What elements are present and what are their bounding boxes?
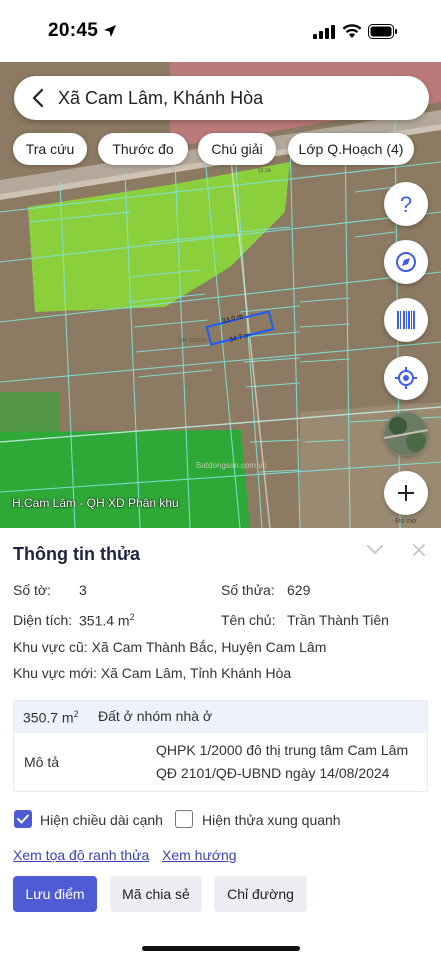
status-time: 20:45 [48, 20, 99, 41]
locate-icon [395, 367, 417, 389]
sheet-number-value: 3 [79, 582, 87, 598]
zoom-in-button[interactable] [384, 471, 428, 515]
directions-button[interactable]: Chỉ đường [214, 876, 307, 912]
checkmark-icon [17, 814, 29, 824]
satellite-thumbnail [384, 412, 428, 456]
description-line-1: QHPK 1/2000 đô thị trung tâm Cam Lâm [156, 742, 409, 758]
planning-info-box: 350.7 m2 Đất ở nhóm nhà ở Mô tả QHPK 1/2… [13, 700, 428, 792]
compass-icon [396, 252, 416, 272]
show-neighbors-checkbox[interactable] [175, 810, 193, 828]
map-view[interactable]: 33.0 m 34.7 m QH 1/2000 QL1A Batdongsan.… [0, 62, 441, 528]
chip-legend[interactable]: Chú giải [198, 133, 276, 165]
map-attribution: H.Cam Lâm - QH XD Phân khu [12, 496, 179, 510]
map-watermark: Batdongsan.com.vn [196, 461, 267, 470]
planning-area-value: 350.7 m2 [23, 709, 79, 726]
chip-planning-layers[interactable]: Lớp Q.Hoạch (4) [288, 133, 414, 165]
close-icon[interactable] [411, 542, 427, 558]
description-line-2: QĐ 2101/QĐ-UBND ngày 14/08/2024 [156, 765, 390, 781]
view-direction-link[interactable]: Xem hướng [162, 847, 237, 863]
help-button[interactable]: ? [384, 182, 428, 226]
barcode-icon [397, 311, 415, 329]
barcode-button[interactable] [384, 298, 428, 342]
chip-ruler[interactable]: Thước đo [98, 133, 188, 165]
land-use-type: Đất ở nhóm nhà ở [98, 708, 213, 724]
share-code-button[interactable]: Mã chia sẻ [110, 876, 202, 912]
parcel-overlay-label: QH 1/2000 [178, 338, 208, 344]
save-point-button[interactable]: Lưu điểm [13, 876, 97, 912]
battery-icon [368, 24, 397, 39]
home-indicator[interactable] [142, 946, 300, 951]
map-canvas[interactable]: 33.0 m 34.7 m QH 1/2000 QL1A [0, 62, 441, 528]
sheet-number-label: Số tờ: [13, 582, 51, 598]
owner-label: Tên chủ: [221, 612, 276, 628]
svg-text:?: ? [400, 192, 412, 217]
area-value: 351.4 m2 [79, 612, 135, 629]
new-region-text: Khu vực mới: Xã Cam Lâm, Tỉnh Khánh Hòa [13, 665, 292, 681]
planning-info-header: 350.7 m2 Đất ở nhóm nhà ở [14, 701, 427, 733]
description-label: Mô tả [24, 754, 60, 770]
location-arrow-icon [104, 25, 116, 37]
locate-me-button[interactable] [384, 356, 428, 400]
back-chevron-icon[interactable] [28, 87, 50, 109]
show-edge-length-label[interactable]: Hiện chiều dài cạnh [40, 812, 163, 828]
compass-button[interactable] [384, 240, 428, 284]
show-edge-length-checkbox[interactable] [14, 810, 32, 828]
show-neighbors-label[interactable]: Hiện thửa xung quanh [202, 812, 341, 828]
search-bar[interactable]: Xã Cam Lâm, Khánh Hòa [14, 76, 429, 120]
parcel-number-value: 629 [287, 582, 311, 598]
cellular-signal-icon [313, 25, 335, 39]
help-icon: ? [400, 192, 412, 217]
search-location-text[interactable]: Xã Cam Lâm, Khánh Hòa [58, 88, 263, 109]
parcel-number-label: Số thửa: [221, 582, 275, 598]
plus-icon [398, 485, 414, 501]
parcel-info-sheet: Thông tin thửa Số tờ: 3 Số thửa: 629 Diệ… [0, 528, 441, 960]
collapse-chevron-icon[interactable] [366, 543, 384, 557]
satellite-layer-button[interactable] [384, 412, 428, 456]
road-label: QL1A [258, 168, 271, 174]
view-boundary-coords-link[interactable]: Xem tọa độ ranh thửa [13, 847, 149, 863]
status-bar: 20:45 [0, 0, 441, 62]
wifi-icon [342, 24, 362, 38]
old-region-text: Khu vực cũ: Xã Cam Thành Bắc, Huyện Cam … [13, 639, 327, 655]
chip-lookup[interactable]: Tra cứu [13, 133, 87, 165]
owner-value: Trần Thành Tiên [287, 612, 389, 628]
zoom-caption: Đo mở [395, 518, 417, 525]
area-label: Diện tích: [13, 612, 73, 628]
sheet-title: Thông tin thửa [13, 544, 141, 564]
